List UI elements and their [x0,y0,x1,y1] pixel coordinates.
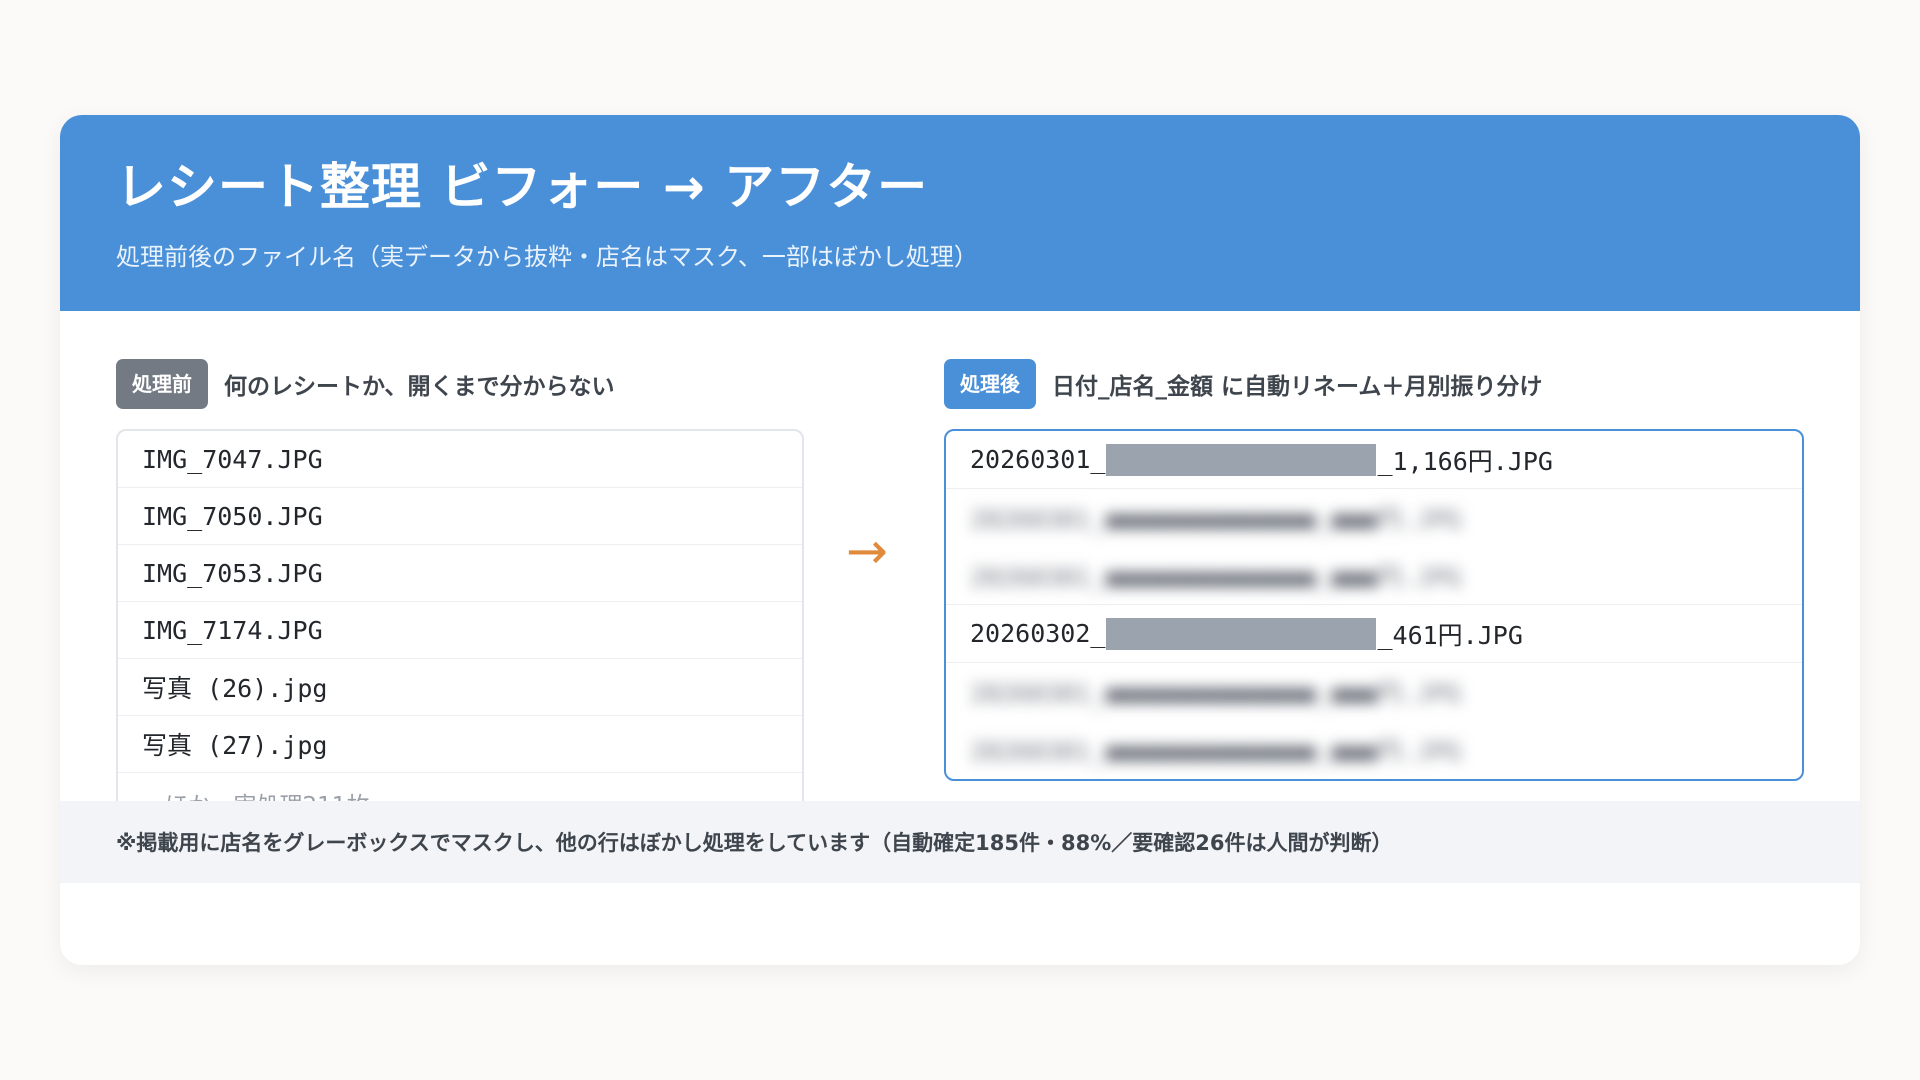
comparison-card: レシート整理 ビフォー → アフター 処理前後のファイル名（実データから抜粋・店… [60,115,1860,965]
blurred-list-item: 20260301_■■■■■■■■■■■■■■_■■■円.JPG [946,547,1802,605]
page-subtitle: 処理前後のファイル名（実データから抜粋・店名はマスク、一部はぼかし処理） [116,243,978,271]
blurred-list-item: 20260301_■■■■■■■■■■■■■■_■■■円.JPG [946,721,1802,779]
footer-note: ※掲載用に店名をグレーボックスでマスクし、他の行はぼかし処理をしています（自動確… [60,801,1860,883]
blurred-list-item: 20260301_■■■■■■■■■■■■■■_■■■円.JPG [946,663,1802,721]
before-file-list: IMG_7047.JPG IMG_7050.JPG IMG_7053.JPG I… [116,429,804,835]
after-file-list: 20260301_ _1,166円.JPG 20260301_■■■■■■■■■■… [944,429,1804,781]
file-date: 20260302_ [970,619,1106,648]
file-date: 20260301_ [970,445,1106,474]
blurred-list-item: 20260301_■■■■■■■■■■■■■■_■■■円.JPG [946,489,1802,547]
blurred-filename: 20260301_■■■■■■■■■■■■■■_■■■円.JPG [970,737,1462,766]
file-amount: _1,166円.JPG [1377,446,1553,476]
arrow-right-icon: → [846,522,888,580]
store-name-mask [1106,443,1377,476]
list-item: 20260301_ _1,166円.JPG [946,431,1802,489]
list-item: 写真 (26).jpg [118,659,802,716]
list-item: 20260302_ _461円.JPG [946,605,1802,663]
after-column: 処理後 日付_店名_金額 に自動リネーム＋月別振り分け 20260301_ _1,… [944,359,1804,781]
list-item: IMG_7050.JPG [118,488,802,545]
after-tag: 処理後 [944,359,1036,409]
list-item: 写真 (27).jpg [118,716,802,773]
card-header: レシート整理 ビフォー → アフター 処理前後のファイル名（実データから抜粋・店… [60,115,1860,311]
blurred-filename: 20260301_■■■■■■■■■■■■■■_■■■円.JPG [970,562,1462,592]
list-item: IMG_7053.JPG [118,545,802,602]
after-description: 日付_店名_金額 に自動リネーム＋月別振り分け [1052,374,1543,400]
store-name-mask [1106,617,1377,650]
before-description: 何のレシートか、開くまで分からない [224,374,615,400]
page-title: レシート整理 ビフォー → アフター [116,158,929,216]
blurred-filename: 20260301_■■■■■■■■■■■■■■_■■■円.JPG [970,679,1462,708]
before-heading: 処理前 何のレシートか、開くまで分からない [116,359,804,409]
before-tag: 処理前 [116,359,208,409]
card-body: 処理前 何のレシートか、開くまで分からない IMG_7047.JPG IMG_7… [60,311,1860,883]
list-item: IMG_7174.JPG [118,602,802,659]
file-amount: _461円.JPG [1377,620,1523,650]
before-column: 処理前 何のレシートか、開くまで分からない IMG_7047.JPG IMG_7… [116,359,804,835]
list-item: IMG_7047.JPG [118,431,802,488]
after-heading: 処理後 日付_店名_金額 に自動リネーム＋月別振り分け [944,359,1804,409]
blurred-filename: 20260301_■■■■■■■■■■■■■■_■■■円.JPG [970,505,1462,534]
